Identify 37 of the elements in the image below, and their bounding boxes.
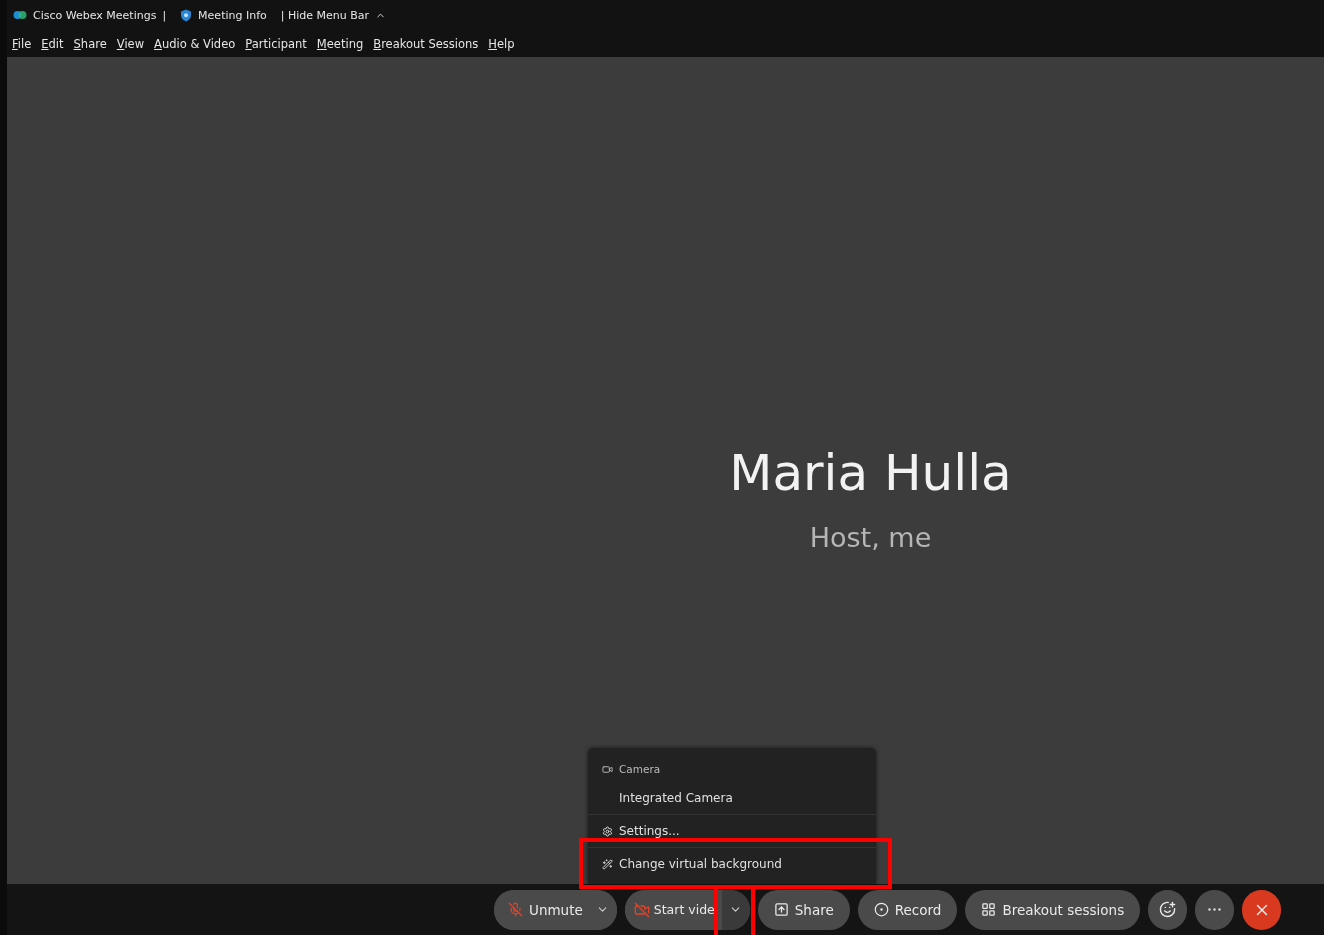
reactions-button[interactable] (1148, 889, 1188, 930)
meeting-info-link[interactable]: Meeting Info (198, 8, 267, 22)
title-separator: | (162, 8, 167, 22)
webex-logo-icon (13, 9, 27, 21)
menu-item[interactable]: Help (488, 36, 515, 51)
menu-item[interactable]: Meeting (316, 36, 364, 51)
camera-option[interactable]: Integrated Camera (588, 782, 876, 814)
menu-item-label: Integrated Camera (619, 791, 733, 805)
app-title: Cisco Webex Meetings (33, 8, 157, 22)
breakout-sessions-button[interactable]: Breakout sessions (965, 889, 1141, 930)
shield-icon (180, 8, 193, 22)
record-icon (873, 902, 889, 917)
menu-item[interactable]: Audio & Video (154, 36, 236, 51)
smiley-plus-icon (1159, 901, 1177, 918)
settings-icon (602, 825, 613, 837)
record-button[interactable]: Record (857, 889, 958, 930)
more-icon (1208, 908, 1222, 911)
menu-item-label: Change virtual background (619, 857, 782, 871)
menu-item[interactable]: Share (73, 36, 107, 51)
menu-item[interactable]: File (12, 36, 32, 51)
hide-menu-bar-link[interactable]: | Hide Menu Bar (280, 8, 370, 22)
menu-item[interactable]: Edit (41, 36, 64, 51)
magic-wand-icon (602, 858, 613, 870)
menu-item[interactable]: View (116, 36, 145, 51)
menu-item[interactable]: Participant (245, 36, 307, 51)
participant-role: Host, me (809, 522, 932, 553)
end-meeting-button[interactable] (1242, 889, 1282, 930)
grid-icon (981, 902, 997, 917)
menu-item[interactable]: Breakout Sessions (373, 36, 479, 51)
share-icon (773, 902, 789, 917)
participant-name: Maria Hulla (729, 444, 1012, 502)
settings-menu-item[interactable]: Settings... (588, 814, 876, 847)
menu-item-label: Settings... (619, 824, 680, 838)
change-background-menu-item[interactable]: Change virtual background (588, 847, 876, 880)
camera-icon (602, 763, 613, 775)
menu-section-title: Camera (619, 763, 661, 775)
share-button[interactable]: Share (757, 889, 850, 930)
